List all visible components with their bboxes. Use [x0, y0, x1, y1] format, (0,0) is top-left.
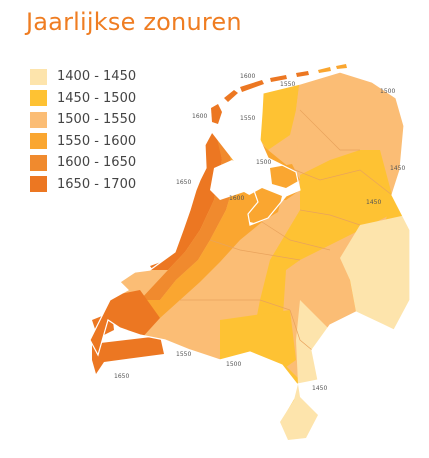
zeeuws-vlaanderen [92, 336, 164, 374]
isoline-label: 1550 [280, 81, 295, 88]
isoline-label: 1650 [176, 179, 191, 186]
isoline-label: 1600 [240, 73, 255, 80]
island-texel [211, 104, 222, 124]
isoline-label: 1500 [380, 88, 395, 95]
island-vlieland [224, 90, 238, 102]
isoline-label: 1650 [114, 373, 129, 380]
isoline-label: 1600 [192, 113, 207, 120]
island-rottumeroog [318, 67, 331, 73]
isoline-label: 1450 [312, 385, 327, 392]
island-rottum-east [336, 64, 347, 69]
isoline-label: 1500 [226, 361, 241, 368]
mainland [90, 72, 410, 440]
island-terschelling [240, 80, 264, 92]
isoline-label: 1450 [366, 199, 381, 206]
island-schiermonnikoog [296, 71, 309, 77]
isoline-label: 1550 [240, 115, 255, 122]
netherlands-map: 1600 1550 1600 1550 1500 1500 1450 1650 … [89, 64, 411, 441]
isoline-label: 1600 [229, 195, 244, 202]
isoline-label: 1500 [256, 159, 271, 166]
isoline-label: 1450 [390, 165, 405, 172]
isoline-label: 1550 [176, 351, 191, 358]
